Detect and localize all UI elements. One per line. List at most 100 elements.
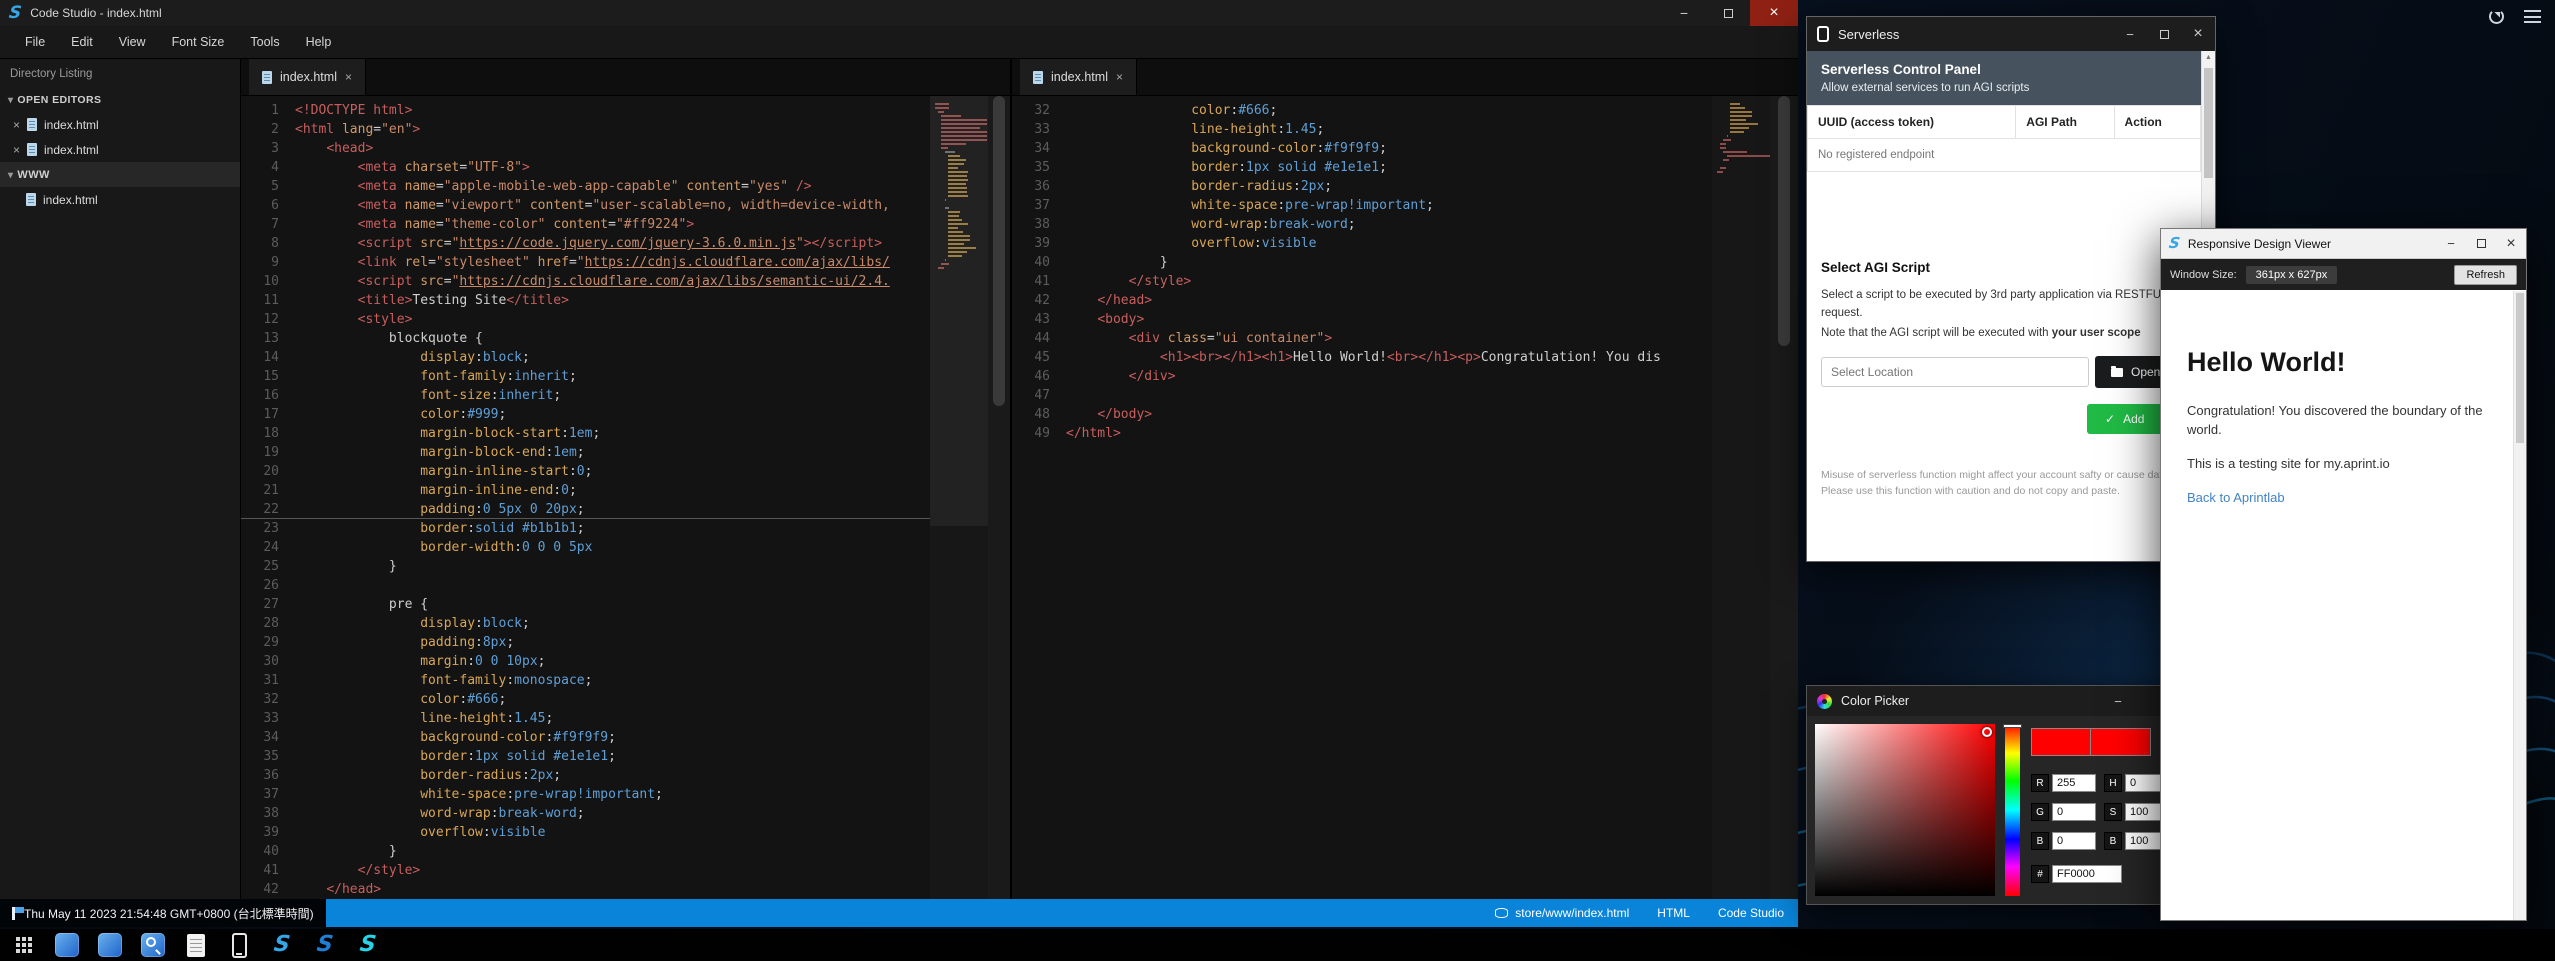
taskbar-icon-code-studio[interactable]: S <box>353 930 383 960</box>
menu-file[interactable]: File <box>12 26 58 58</box>
viewer-scrollbar[interactable] <box>2513 291 2526 920</box>
minimize-button[interactable] <box>1662 0 1706 26</box>
saturation-field[interactable] <box>1815 724 1995 896</box>
scrollbar-thumb[interactable] <box>993 96 1005 406</box>
minimize-button[interactable] <box>2113 17 2147 51</box>
taskbar-icon-window[interactable] <box>52 930 82 960</box>
refresh-icon[interactable] <box>2489 9 2504 24</box>
close-tab-icon[interactable] <box>345 71 352 83</box>
menu-edit[interactable]: Edit <box>58 26 106 58</box>
script-location-input[interactable] <box>1821 357 2089 387</box>
table-row: No registered endpoint <box>1808 139 2201 172</box>
palette-icon <box>1817 694 1832 709</box>
hue-slider[interactable] <box>2005 724 2020 896</box>
taskbar-icon-phone[interactable] <box>224 930 254 960</box>
file-icon <box>27 143 37 156</box>
tab-index-html[interactable]: index.html <box>249 59 366 95</box>
code-line-42: 42 </head> <box>1012 291 1712 310</box>
scrollbar-thumb[interactable] <box>2204 68 2213 178</box>
file-icon <box>27 118 37 131</box>
menu-icon[interactable] <box>2524 10 2541 23</box>
taskbar-icon-code-studio[interactable]: S <box>310 930 340 960</box>
window-size-value[interactable]: 361px x 627px <box>2246 266 2338 284</box>
file-item-index.html[interactable]: index.html <box>0 112 240 137</box>
chevron-down-icon <box>8 169 13 181</box>
saturation-cursor[interactable] <box>1982 727 1992 737</box>
minimap-1[interactable] <box>930 96 988 899</box>
code-line-34: 34 background-color:#f9f9f9; <box>1012 139 1712 158</box>
taskbar-icon-window[interactable] <box>95 930 125 960</box>
taskbar-icon-search-window[interactable] <box>138 930 168 960</box>
taskbar-icon-code-studio[interactable]: S <box>267 930 297 960</box>
line-number: 2 <box>241 120 295 139</box>
file-item-index.html[interactable]: index.html <box>0 137 240 162</box>
current-color-swatch[interactable] <box>2031 728 2091 756</box>
picker-input-R[interactable] <box>2052 774 2096 792</box>
status-file-path[interactable]: store/www/index.html <box>1495 906 1629 920</box>
hue-slider-thumb[interactable] <box>2003 724 2022 728</box>
menu-help[interactable]: Help <box>293 26 345 58</box>
code-line-32: 32 color:#666; <box>1012 101 1712 120</box>
file-item-index.html[interactable]: index.html <box>0 187 240 212</box>
minimap-line <box>1727 155 1770 157</box>
status-app-name[interactable]: Code Studio <box>1718 906 1784 920</box>
folder-header-www[interactable]: WWW <box>0 162 240 187</box>
line-number: 48 <box>1012 405 1066 424</box>
menu-tools[interactable]: Tools <box>237 26 292 58</box>
scrollbar-thumb[interactable] <box>2516 293 2524 443</box>
code-editor-1[interactable]: 1<!DOCTYPE html>2<html lang="en">3 <head… <box>241 96 930 899</box>
scrollbar-2[interactable] <box>1770 96 1798 899</box>
color-picker-title-bar[interactable]: Color Picker <box>1807 686 2185 716</box>
code-line-27: 27 pre { <box>241 595 930 614</box>
open-editors-header[interactable]: OPEN EDITORS <box>0 87 240 112</box>
editor-pane-2: index.html 32 color:#666;33 line-height:… <box>1010 59 1798 899</box>
back-to-aprintlab-link[interactable]: Back to Aprintlab <box>2187 490 2285 505</box>
close-tab-icon[interactable] <box>1116 71 1123 83</box>
code-line-33: 33 line-height:1.45; <box>1012 120 1712 139</box>
minimize-button[interactable] <box>2436 229 2466 258</box>
viewer-title-bar[interactable]: S Responsive Design Viewer <box>2161 229 2526 259</box>
minimize-button[interactable] <box>2101 686 2135 716</box>
serverless-title-bar[interactable]: Serverless <box>1807 17 2215 51</box>
maximize-button[interactable] <box>2466 229 2496 258</box>
picker-input-G[interactable] <box>2052 803 2096 821</box>
menu-font-size[interactable]: Font Size <box>159 26 238 58</box>
status-file-type[interactable]: HTML <box>1657 906 1690 920</box>
previous-color-swatch[interactable] <box>2091 728 2151 756</box>
line-number: 26 <box>241 576 295 595</box>
code-line-2: 2<html lang="en"> <box>241 120 930 139</box>
tab-index-html[interactable]: index.html <box>1020 59 1137 95</box>
menu-view[interactable]: View <box>106 26 159 58</box>
restore-button[interactable] <box>1706 0 1750 26</box>
picker-input-B[interactable] <box>2052 832 2096 850</box>
picker-label-H: H <box>2104 774 2122 792</box>
taskbar-icon-start-grid[interactable] <box>9 930 39 960</box>
section-description: Note that the AGI script will be execute… <box>1821 325 2179 343</box>
close-icon[interactable] <box>13 144 20 156</box>
minimap-2[interactable] <box>1712 96 1770 899</box>
code-line-24: 24 border-width:0 0 0 5px <box>241 538 930 557</box>
scrollbar-1[interactable] <box>988 96 1010 899</box>
code-editor-2[interactable]: 32 color:#666;33 line-height:1.45;34 bac… <box>1012 96 1712 899</box>
code-line-3: 3 <head> <box>241 139 930 158</box>
close-icon[interactable] <box>13 119 20 131</box>
refresh-button[interactable]: Refresh <box>2454 265 2517 285</box>
close-button[interactable] <box>1750 0 1798 26</box>
serverless-header: Serverless Control Panel Allow external … <box>1807 51 2201 105</box>
scrollbar-thumb[interactable] <box>1778 96 1790 346</box>
line-number: 12 <box>241 310 295 329</box>
code-line-39: 39 overflow:visible <box>241 823 930 842</box>
code-line-40: 40 } <box>1012 253 1712 272</box>
hex-input[interactable] <box>2052 865 2122 883</box>
code-line-40: 40 } <box>241 842 930 861</box>
line-number: 10 <box>241 272 295 291</box>
taskbar-icon-document[interactable] <box>181 930 211 960</box>
picker-label-B: B <box>2104 832 2122 850</box>
maximize-button[interactable] <box>2147 17 2181 51</box>
minimap-viewport <box>930 96 988 526</box>
line-number: 13 <box>241 329 295 348</box>
close-button[interactable] <box>2496 229 2526 258</box>
desktop: S Code Studio - index.html FileEditViewF… <box>0 0 2555 961</box>
close-button[interactable] <box>2181 17 2215 51</box>
title-bar[interactable]: S Code Studio - index.html <box>0 0 1798 26</box>
